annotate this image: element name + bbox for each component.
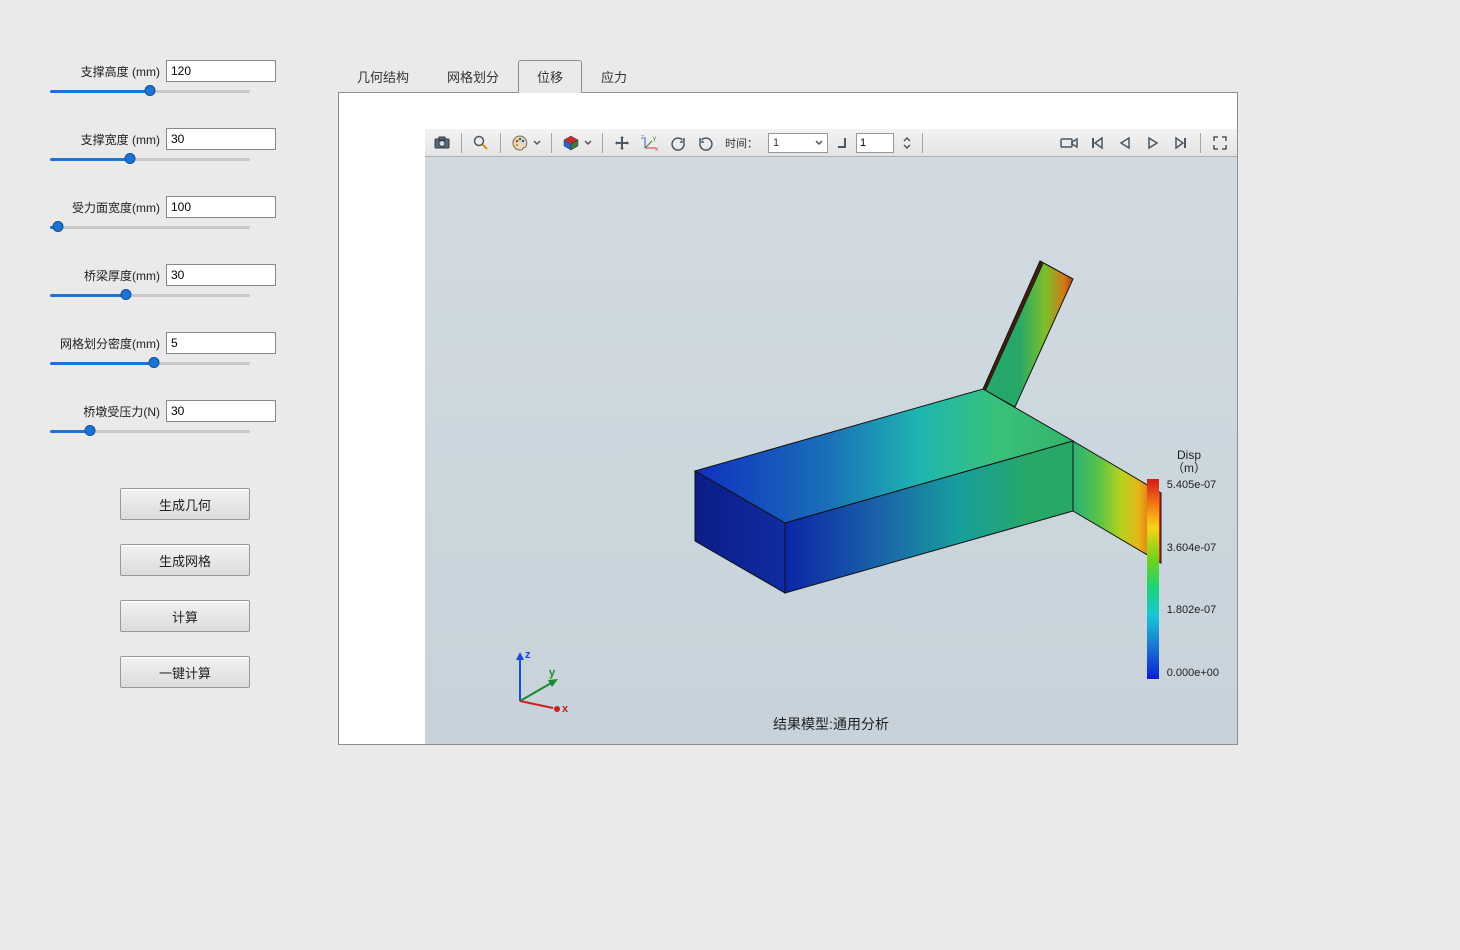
time-select[interactable]: 1 <box>768 133 828 153</box>
legend-tick: 5.405e-07 <box>1167 479 1219 491</box>
support-width-slider[interactable] <box>50 154 250 164</box>
param-label: 网格划分密度(mm) <box>50 335 160 352</box>
canvas-wrap: z y x 时间： 1 <box>338 92 1238 745</box>
param-label: 桥梁厚度(mm) <box>50 267 160 284</box>
param-label: 支撑宽度 (mm) <box>50 131 160 148</box>
svg-text:y: y <box>653 136 656 142</box>
force-face-width-input[interactable] <box>166 196 276 218</box>
color-legend: 5.405e-07 3.604e-07 1.802e-07 0.000e+00 <box>1147 479 1219 679</box>
axis-z-label: z <box>525 649 531 661</box>
legend-tick: 1.802e-07 <box>1167 604 1219 616</box>
mesh-density-input[interactable] <box>166 332 276 354</box>
param-pier-force: 桥墩受压力(N) <box>50 400 310 436</box>
tab-mesh[interactable]: 网格划分 <box>428 60 518 93</box>
main-area: 几何结构 网格划分 位移 应力 <box>338 60 1398 745</box>
mesh-density-slider[interactable] <box>50 358 250 368</box>
axis-y-label: y <box>549 667 556 679</box>
time-label: 时间： <box>725 135 758 151</box>
param-support-width: 支撑宽度 (mm) <box>50 128 310 164</box>
bridge-thickness-slider[interactable] <box>50 290 250 300</box>
sidebar: 支撑高度 (mm) 支撑宽度 (mm) 受力面宽度(mm) 桥梁厚度(mm) <box>50 60 310 688</box>
time-select-value: 1 <box>773 137 779 149</box>
param-label: 桥墩受压力(N) <box>50 403 160 420</box>
legend-tick: 0.000e+00 <box>1167 667 1219 679</box>
play-back-icon[interactable] <box>1114 132 1136 154</box>
chevron-down-icon <box>815 139 823 147</box>
viewport-title: 结果模型:通用分析 <box>773 714 889 734</box>
tab-displacement[interactable]: 位移 <box>518 60 582 93</box>
viewport-toolbar: z y x 时间： 1 <box>425 129 1237 157</box>
param-label: 支撑高度 (mm) <box>50 63 160 80</box>
param-support-height: 支撑高度 (mm) <box>50 60 310 96</box>
viewport: z y x 时间： 1 <box>425 129 1237 744</box>
chevron-down-icon[interactable] <box>531 132 543 154</box>
cube-view-dropdown[interactable] <box>560 132 594 154</box>
legend-title: Disp （m） <box>1159 449 1219 475</box>
generate-geometry-button[interactable]: 生成几何 <box>120 488 250 520</box>
legend-ticks: 5.405e-07 3.604e-07 1.802e-07 0.000e+00 <box>1167 479 1219 679</box>
generate-mesh-button[interactable]: 生成网格 <box>120 544 250 576</box>
zoom-icon[interactable] <box>470 132 492 154</box>
camera-icon[interactable] <box>431 132 453 154</box>
play-forward-icon[interactable] <box>1142 132 1164 154</box>
param-label: 受力面宽度(mm) <box>50 199 160 216</box>
step-spinner[interactable] <box>900 132 914 154</box>
axis-x-label: x <box>562 703 569 715</box>
skip-first-icon[interactable] <box>1086 132 1108 154</box>
palette-dropdown[interactable] <box>509 132 543 154</box>
model-3d-view[interactable] <box>565 209 1165 649</box>
support-height-input[interactable] <box>166 60 276 82</box>
param-mesh-density: 网格划分密度(mm) <box>50 332 310 368</box>
support-height-slider[interactable] <box>50 86 250 96</box>
force-face-width-slider[interactable] <box>50 222 250 232</box>
bridge-thickness-input[interactable] <box>166 264 276 286</box>
param-bridge-thickness: 桥梁厚度(mm) <box>50 264 310 300</box>
palette-icon[interactable] <box>509 132 531 154</box>
param-force-face-width: 受力面宽度(mm) <box>50 196 310 232</box>
axis-triad: z y x <box>505 646 575 716</box>
rotate-cw-icon[interactable] <box>667 132 689 154</box>
rotate-ccw-icon[interactable] <box>695 132 717 154</box>
step-marker-icon[interactable] <box>834 132 850 154</box>
svg-text:x: x <box>655 147 658 151</box>
legend-tick: 3.604e-07 <box>1167 542 1219 554</box>
video-camera-icon[interactable] <box>1058 132 1080 154</box>
fullscreen-icon[interactable] <box>1209 132 1231 154</box>
legend-colorbar <box>1147 479 1159 679</box>
tabs: 几何结构 网格划分 位移 应力 <box>338 60 1398 92</box>
pier-force-input[interactable] <box>166 400 276 422</box>
rubiks-cube-icon[interactable] <box>560 132 582 154</box>
axis-icon[interactable]: z y x <box>639 132 661 154</box>
tab-geometry[interactable]: 几何结构 <box>338 60 428 93</box>
svg-text:z: z <box>641 135 644 141</box>
calculate-button[interactable]: 计算 <box>120 600 250 632</box>
action-buttons: 生成几何 生成网格 计算 一键计算 <box>120 488 310 688</box>
move-icon[interactable] <box>611 132 633 154</box>
chevron-down-icon[interactable] <box>582 132 594 154</box>
step-input[interactable] <box>856 133 894 153</box>
one-click-calculate-button[interactable]: 一键计算 <box>120 656 250 688</box>
support-width-input[interactable] <box>166 128 276 150</box>
pier-force-slider[interactable] <box>50 426 250 436</box>
skip-last-icon[interactable] <box>1170 132 1192 154</box>
tab-stress[interactable]: 应力 <box>582 60 646 93</box>
